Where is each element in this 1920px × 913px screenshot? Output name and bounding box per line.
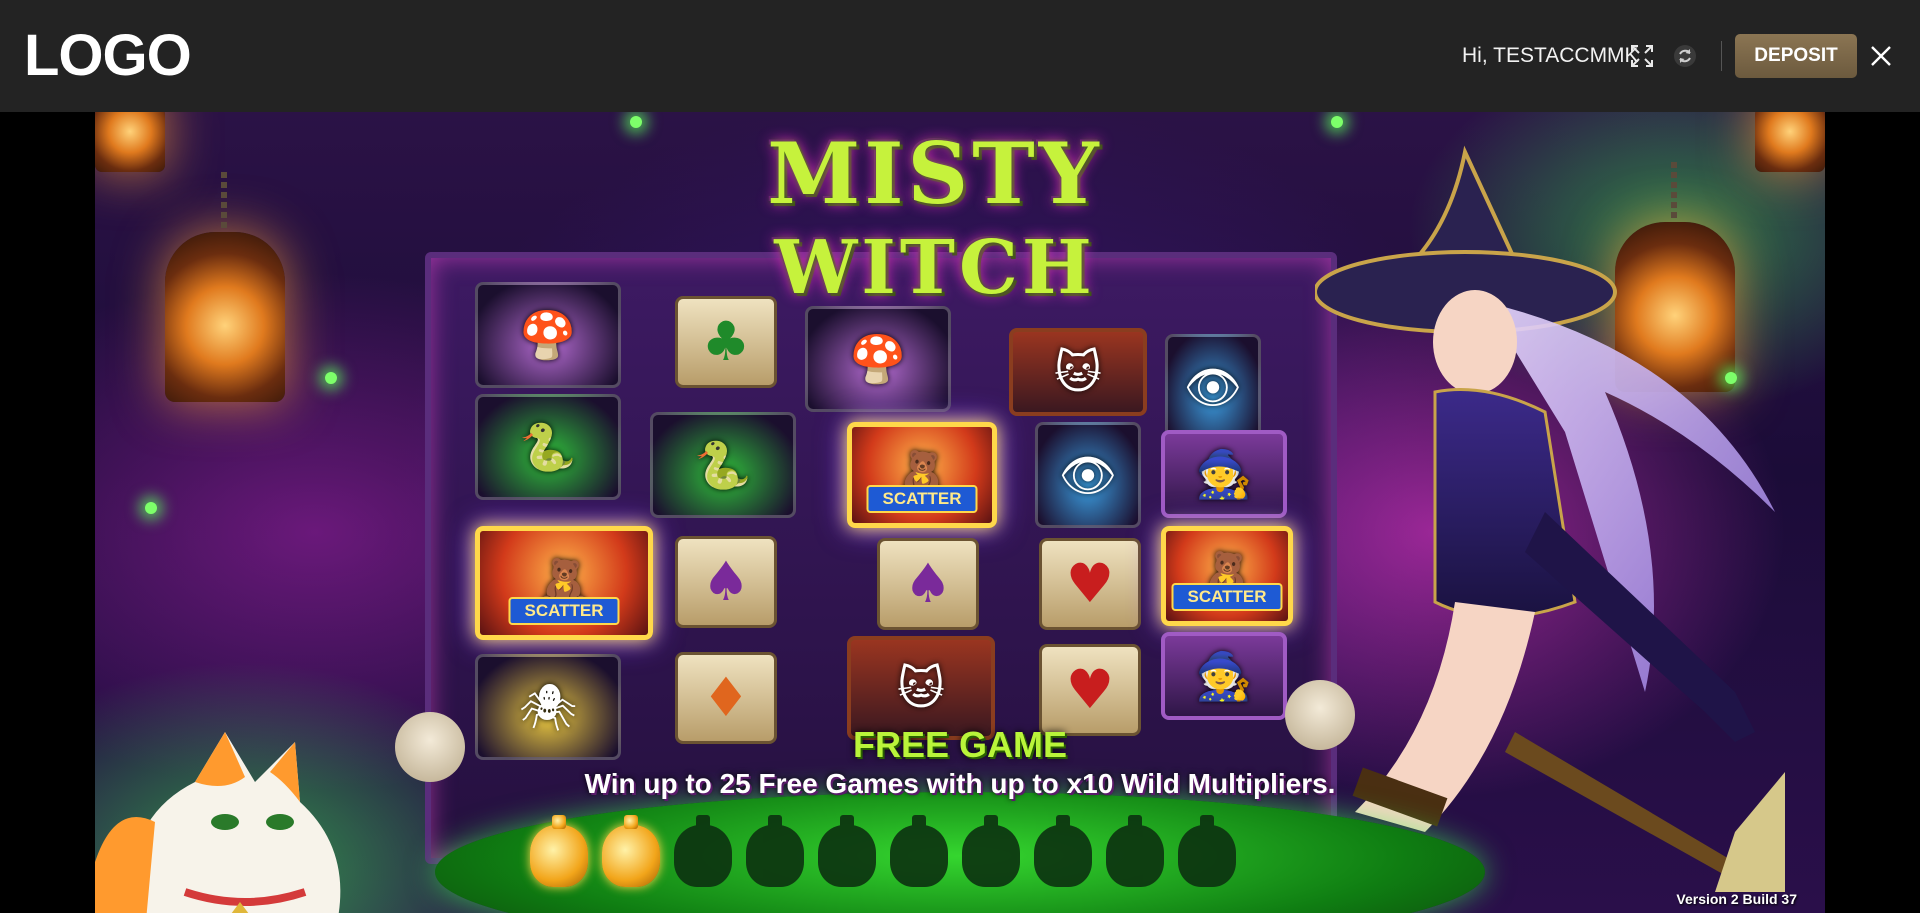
symbol-scatter: 🧸 SCATTER	[1161, 526, 1293, 626]
user-greeting: Hi, TESTACCMMK	[1462, 44, 1639, 67]
deposit-button[interactable]: DEPOSIT	[1735, 34, 1857, 78]
potion-empty-icon	[890, 815, 948, 887]
fullscreen-icon[interactable]	[1631, 45, 1653, 67]
symbol-cat-portrait: 🐱	[1009, 328, 1147, 416]
header-divider	[1721, 41, 1722, 71]
symbol-witch-portrait: 🧙	[1161, 632, 1287, 720]
version-label: Version 2 Build 37	[1676, 891, 1797, 907]
game-title-line-2: WITCH	[774, 225, 1096, 311]
refresh-icon[interactable]	[1673, 44, 1697, 68]
symbol-spade-card: ♠	[877, 538, 979, 630]
scatter-label: SCATTER	[508, 597, 620, 625]
symbol-spade-card: ♠	[675, 536, 777, 628]
close-icon[interactable]	[1870, 45, 1892, 67]
symbol-eyeball-jar: 👁	[1165, 334, 1261, 440]
scatter-label: SCATTER	[1171, 583, 1283, 611]
symbol-snake-jar: 🐍	[475, 394, 621, 500]
lantern-top-left	[95, 112, 165, 172]
free-game-description: Win up to 25 Free Games with up to x10 W…	[584, 768, 1336, 799]
symbol-heart-card: ♥	[1039, 538, 1141, 630]
sparkle	[325, 372, 337, 384]
symbol-scatter: 🧸 SCATTER	[475, 526, 653, 640]
sparkle	[145, 502, 157, 514]
top-bar: LOGO Hi, TESTACCMMK DEPOSIT	[0, 0, 1920, 112]
potion-empty-icon	[1034, 815, 1092, 887]
potion-empty-icon	[962, 815, 1020, 887]
game-canvas[interactable]: 🍄 🐍 🧸 SCATTER 🕷 ♣ 🐍 ♠ ♦ 🍄 🧸 SCATTER ♠ 🐱 🐱 …	[95, 112, 1825, 913]
potion-empty-icon	[674, 815, 732, 887]
symbol-mushroom-jar: 🍄	[475, 282, 621, 388]
game-title-line-1: MISTY	[767, 124, 1103, 223]
free-game-title: FREE GAME	[852, 724, 1067, 765]
logo: LOGO	[24, 23, 192, 88]
scatter-label: SCATTER	[866, 485, 978, 513]
potion-empty-icon	[1106, 815, 1164, 887]
lantern-left	[165, 172, 285, 402]
potion-filled-icon	[530, 815, 588, 887]
symbol-heart-card: ♥	[1039, 644, 1141, 736]
game-title: MISTY WITCH	[645, 124, 1225, 334]
symbol-eyeball-jar: 👁	[1035, 422, 1141, 528]
sparkle	[1331, 116, 1343, 128]
potion-empty-icon	[746, 815, 804, 887]
symbol-scatter: 🧸 SCATTER	[847, 422, 997, 528]
potion-empty-icon	[1178, 815, 1236, 887]
symbol-witch-portrait: 🧙	[1161, 430, 1287, 518]
potion-filled-icon	[602, 815, 660, 887]
symbol-snake-jar: 🐍	[650, 412, 796, 518]
potion-empty-icon	[818, 815, 876, 887]
sparkle	[630, 116, 642, 128]
